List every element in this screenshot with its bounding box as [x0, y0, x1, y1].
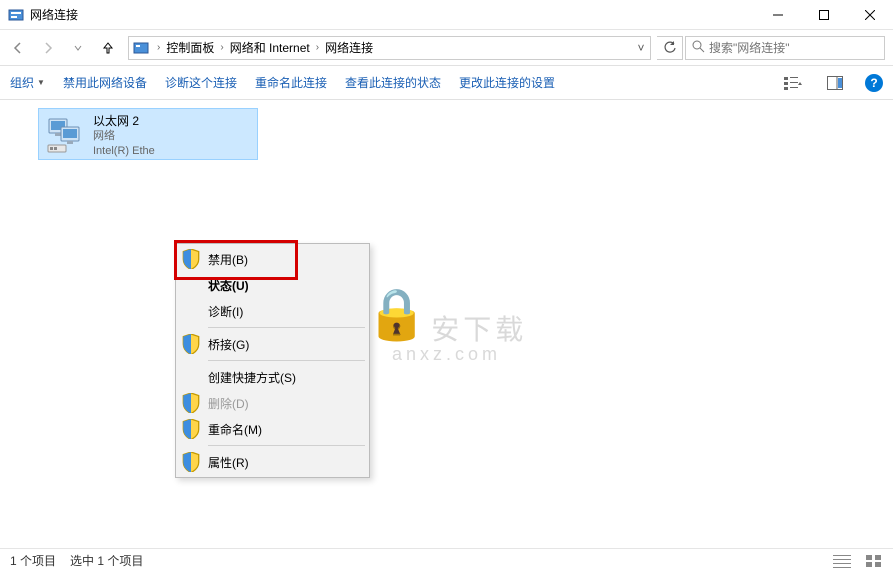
chevron-right-icon: › — [153, 42, 164, 53]
minimize-button[interactable] — [755, 0, 801, 29]
large-icons-view-icon[interactable] — [865, 554, 883, 568]
diagnose-button[interactable]: 诊断这个连接 — [165, 74, 237, 91]
adapter-device: Intel(R) Ethe — [93, 144, 155, 159]
chevron-right-icon: › — [216, 42, 227, 53]
view-options-button[interactable] — [781, 71, 805, 95]
location-icon — [133, 40, 149, 56]
recent-dropdown[interactable] — [64, 34, 92, 62]
search-box[interactable] — [685, 36, 885, 60]
back-button[interactable] — [4, 34, 32, 62]
view-status-button[interactable]: 查看此连接的状态 — [345, 74, 441, 91]
disable-device-button[interactable]: 禁用此网络设备 — [63, 74, 147, 91]
menu-shortcut[interactable]: 创建快捷方式(S) — [178, 364, 367, 390]
toolbar: 组织▼ 禁用此网络设备 诊断这个连接 重命名此连接 查看此连接的状态 更改此连接… — [0, 66, 893, 100]
forward-button[interactable] — [34, 34, 62, 62]
close-button[interactable] — [847, 0, 893, 29]
status-bar: 1 个项目 选中 1 个项目 — [0, 548, 893, 572]
window-titlebar: 网络连接 — [0, 0, 893, 30]
watermark: 🔒 安下载 anxz.com — [366, 285, 528, 365]
breadcrumb-item[interactable]: 网络和 Internet — [228, 39, 312, 56]
breadcrumb-item[interactable]: 控制面板 — [164, 39, 216, 56]
shield-icon — [182, 394, 200, 412]
search-icon — [692, 40, 705, 56]
help-button[interactable]: ? — [865, 74, 883, 92]
organize-menu[interactable]: 组织▼ — [10, 74, 45, 91]
window-title: 网络连接 — [30, 6, 755, 23]
menu-bridge[interactable]: 桥接(G) — [178, 331, 367, 357]
rename-button[interactable]: 重命名此连接 — [255, 74, 327, 91]
selected-count: 选中 1 个项目 — [70, 552, 143, 569]
menu-disable[interactable]: 禁用(B) — [178, 246, 367, 272]
item-count: 1 个项目 — [10, 552, 56, 569]
lock-icon: 🔒 — [366, 286, 428, 342]
menu-separator — [208, 445, 365, 446]
shield-icon — [182, 420, 200, 438]
details-view-icon[interactable] — [833, 554, 851, 568]
app-icon — [8, 7, 24, 23]
network-adapter-icon — [45, 113, 87, 155]
shield-icon — [182, 250, 200, 268]
content-area[interactable]: 🔒 安下载 anxz.com 以太网 2 网络 Intel(R) Ethe — [0, 100, 893, 550]
up-button[interactable] — [94, 34, 122, 62]
menu-status[interactable]: 状态(U) — [178, 272, 367, 298]
menu-separator — [208, 327, 365, 328]
shield-icon — [182, 453, 200, 471]
context-menu: 禁用(B) 状态(U) 诊断(I) 桥接(G) 创建快捷方式(S) 删除(D) … — [175, 243, 370, 478]
preview-pane-button[interactable] — [823, 71, 847, 95]
search-input[interactable] — [709, 41, 878, 55]
change-settings-button[interactable]: 更改此连接的设置 — [459, 74, 555, 91]
breadcrumb[interactable]: › 控制面板 › 网络和 Internet › 网络连接 ˅ — [128, 36, 651, 60]
adapter-status: 网络 — [93, 129, 155, 144]
breadcrumb-item[interactable]: 网络连接 — [323, 39, 375, 56]
refresh-button[interactable] — [657, 36, 683, 60]
maximize-button[interactable] — [801, 0, 847, 29]
chevron-right-icon: › — [312, 42, 323, 53]
menu-diagnose[interactable]: 诊断(I) — [178, 298, 367, 324]
menu-rename[interactable]: 重命名(M) — [178, 416, 367, 442]
adapter-name: 以太网 2 — [93, 113, 155, 129]
shield-icon — [182, 335, 200, 353]
address-bar: › 控制面板 › 网络和 Internet › 网络连接 ˅ — [0, 30, 893, 66]
network-adapter-item[interactable]: 以太网 2 网络 Intel(R) Ethe — [38, 108, 258, 160]
address-dropdown[interactable]: ˅ — [632, 41, 650, 55]
menu-delete: 删除(D) — [178, 390, 367, 416]
menu-separator — [208, 360, 365, 361]
menu-properties[interactable]: 属性(R) — [178, 449, 367, 475]
